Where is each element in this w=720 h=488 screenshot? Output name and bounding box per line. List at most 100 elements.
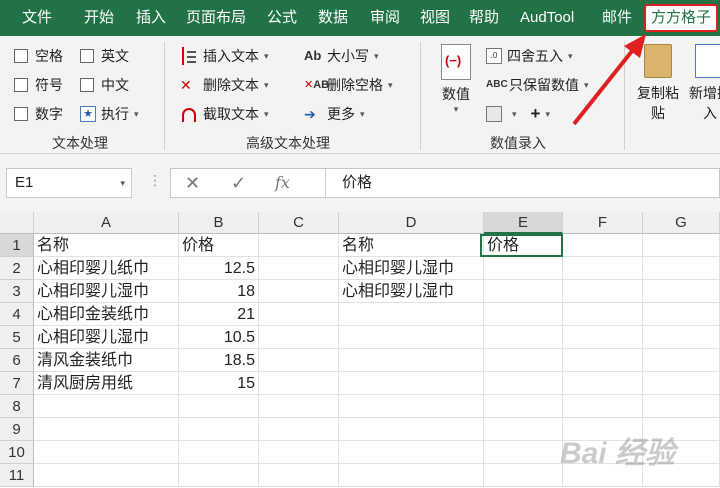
column-header-d[interactable]: D — [339, 212, 484, 234]
cell-g9[interactable] — [643, 418, 720, 441]
cell-f11[interactable] — [563, 464, 643, 487]
cell-b7[interactable]: 15 — [179, 372, 259, 395]
cell-g7[interactable] — [643, 372, 720, 395]
cell-c3[interactable] — [259, 280, 339, 303]
cell-c11[interactable] — [259, 464, 339, 487]
cell-c2[interactable] — [259, 257, 339, 280]
row-header[interactable]: 9 — [0, 418, 34, 441]
cell-c9[interactable] — [259, 418, 339, 441]
cell-e5[interactable] — [484, 326, 563, 349]
cell-g3[interactable] — [643, 280, 720, 303]
cell-g5[interactable] — [643, 326, 720, 349]
row-header[interactable]: 8 — [0, 395, 34, 418]
formula-input[interactable]: 价格 — [325, 169, 372, 197]
cell-f10[interactable] — [563, 441, 643, 464]
confirm-icon[interactable]: ✓ — [231, 169, 246, 197]
cell-e7[interactable] — [484, 372, 563, 395]
cell-a9[interactable] — [34, 418, 179, 441]
cell-a1[interactable]: 名称 — [34, 234, 179, 257]
cell-b5[interactable]: 10.5 — [179, 326, 259, 349]
select-all-corner[interactable] — [0, 212, 34, 234]
cell-a3[interactable]: 心相印婴儿湿巾 — [34, 280, 179, 303]
cell-e9[interactable] — [484, 418, 563, 441]
value-button[interactable]: (−) 数值 ▾ — [436, 44, 476, 115]
cell-g4[interactable] — [643, 303, 720, 326]
tab-file[interactable]: 文件 — [22, 0, 52, 36]
cell-d3[interactable]: 心相印婴儿湿巾 — [339, 280, 484, 303]
cell-c10[interactable] — [259, 441, 339, 464]
cell-e2[interactable] — [484, 257, 563, 280]
cell-c6[interactable] — [259, 349, 339, 372]
cell-c7[interactable] — [259, 372, 339, 395]
column-header-e[interactable]: E — [484, 212, 563, 234]
row-header[interactable]: 7 — [0, 372, 34, 395]
cell-a2[interactable]: 心相印婴儿纸巾 — [34, 257, 179, 280]
column-header-c[interactable]: C — [259, 212, 339, 234]
cell-f1[interactable] — [563, 234, 643, 257]
copy-paste-button[interactable]: 复制粘贴 — [636, 44, 680, 123]
cell-a5[interactable]: 心相印婴儿湿巾 — [34, 326, 179, 349]
cell-f3[interactable] — [563, 280, 643, 303]
insert-function-icon[interactable]: fx — [275, 169, 290, 197]
row-header[interactable]: 11 — [0, 464, 34, 487]
cell-e8[interactable] — [484, 395, 563, 418]
check-chinese[interactable]: 中文 — [80, 75, 129, 95]
cell-a11[interactable] — [34, 464, 179, 487]
check-english[interactable]: 英文 — [80, 46, 129, 66]
cell-d2[interactable]: 心相印婴儿湿巾 — [339, 257, 484, 280]
cell-a10[interactable] — [34, 441, 179, 464]
cell-g11[interactable] — [643, 464, 720, 487]
tab-insert[interactable]: 插入 — [136, 0, 166, 36]
tab-help[interactable]: 帮助 — [469, 0, 499, 36]
cell-d4[interactable] — [339, 303, 484, 326]
tab-audtool[interactable]: AudTool — [520, 0, 574, 36]
cell-c4[interactable] — [259, 303, 339, 326]
delete-space-button[interactable]: ✕AB 删除空格 ▾ — [304, 75, 393, 95]
row-header[interactable]: 5 — [0, 326, 34, 349]
tab-view[interactable]: 视图 — [420, 0, 450, 36]
cell-d10[interactable] — [339, 441, 484, 464]
cell-g8[interactable] — [643, 395, 720, 418]
cell-f9[interactable] — [563, 418, 643, 441]
cell-d6[interactable] — [339, 349, 484, 372]
column-header-a[interactable]: A — [34, 212, 179, 234]
round-button[interactable]: .0 四舍五入 ▾ — [486, 46, 573, 66]
cell-b3[interactable]: 18 — [179, 280, 259, 303]
cell-f6[interactable] — [563, 349, 643, 372]
name-box[interactable]: E1 ▾ — [6, 168, 132, 198]
cell-g10[interactable] — [643, 441, 720, 464]
cell-b9[interactable] — [179, 418, 259, 441]
check-number[interactable]: 数字 — [14, 104, 63, 124]
cell-f7[interactable] — [563, 372, 643, 395]
tab-home[interactable]: 开始 — [84, 0, 114, 36]
cell-b1[interactable]: 价格 — [179, 234, 259, 257]
cell-c1[interactable] — [259, 234, 339, 257]
cell-e4[interactable] — [484, 303, 563, 326]
insert-text-button[interactable]: 插入文本 ▾ — [180, 46, 269, 66]
cell-d5[interactable] — [339, 326, 484, 349]
cell-a6[interactable]: 清风金装纸巾 — [34, 349, 179, 372]
cell-d11[interactable] — [339, 464, 484, 487]
cell-b11[interactable] — [179, 464, 259, 487]
row-header[interactable]: 2 — [0, 257, 34, 280]
row-header[interactable]: 3 — [0, 280, 34, 303]
cell-b8[interactable] — [179, 395, 259, 418]
keep-number-button[interactable]: ABC 只保留数值 ▾ — [486, 75, 589, 95]
column-header-f[interactable]: F — [563, 212, 643, 234]
execute-button[interactable]: ★ 执行 ▾ — [80, 104, 139, 124]
cell-b2[interactable]: 12.5 — [179, 257, 259, 280]
cell-a4[interactable]: 心相印金装纸巾 — [34, 303, 179, 326]
cell-b6[interactable]: 18.5 — [179, 349, 259, 372]
delete-text-button[interactable]: ✕ 删除文本 ▾ — [180, 75, 269, 95]
cell-a7[interactable]: 清风厨房用纸 — [34, 372, 179, 395]
cell-c5[interactable] — [259, 326, 339, 349]
cancel-icon[interactable]: ✕ — [185, 169, 200, 197]
cell-e6[interactable] — [484, 349, 563, 372]
cell-e11[interactable] — [484, 464, 563, 487]
check-space[interactable]: 空格 — [14, 46, 63, 66]
check-symbol[interactable]: 符号 — [14, 75, 63, 95]
cell-g2[interactable] — [643, 257, 720, 280]
cell-d9[interactable] — [339, 418, 484, 441]
cell-c8[interactable] — [259, 395, 339, 418]
cell-f2[interactable] — [563, 257, 643, 280]
